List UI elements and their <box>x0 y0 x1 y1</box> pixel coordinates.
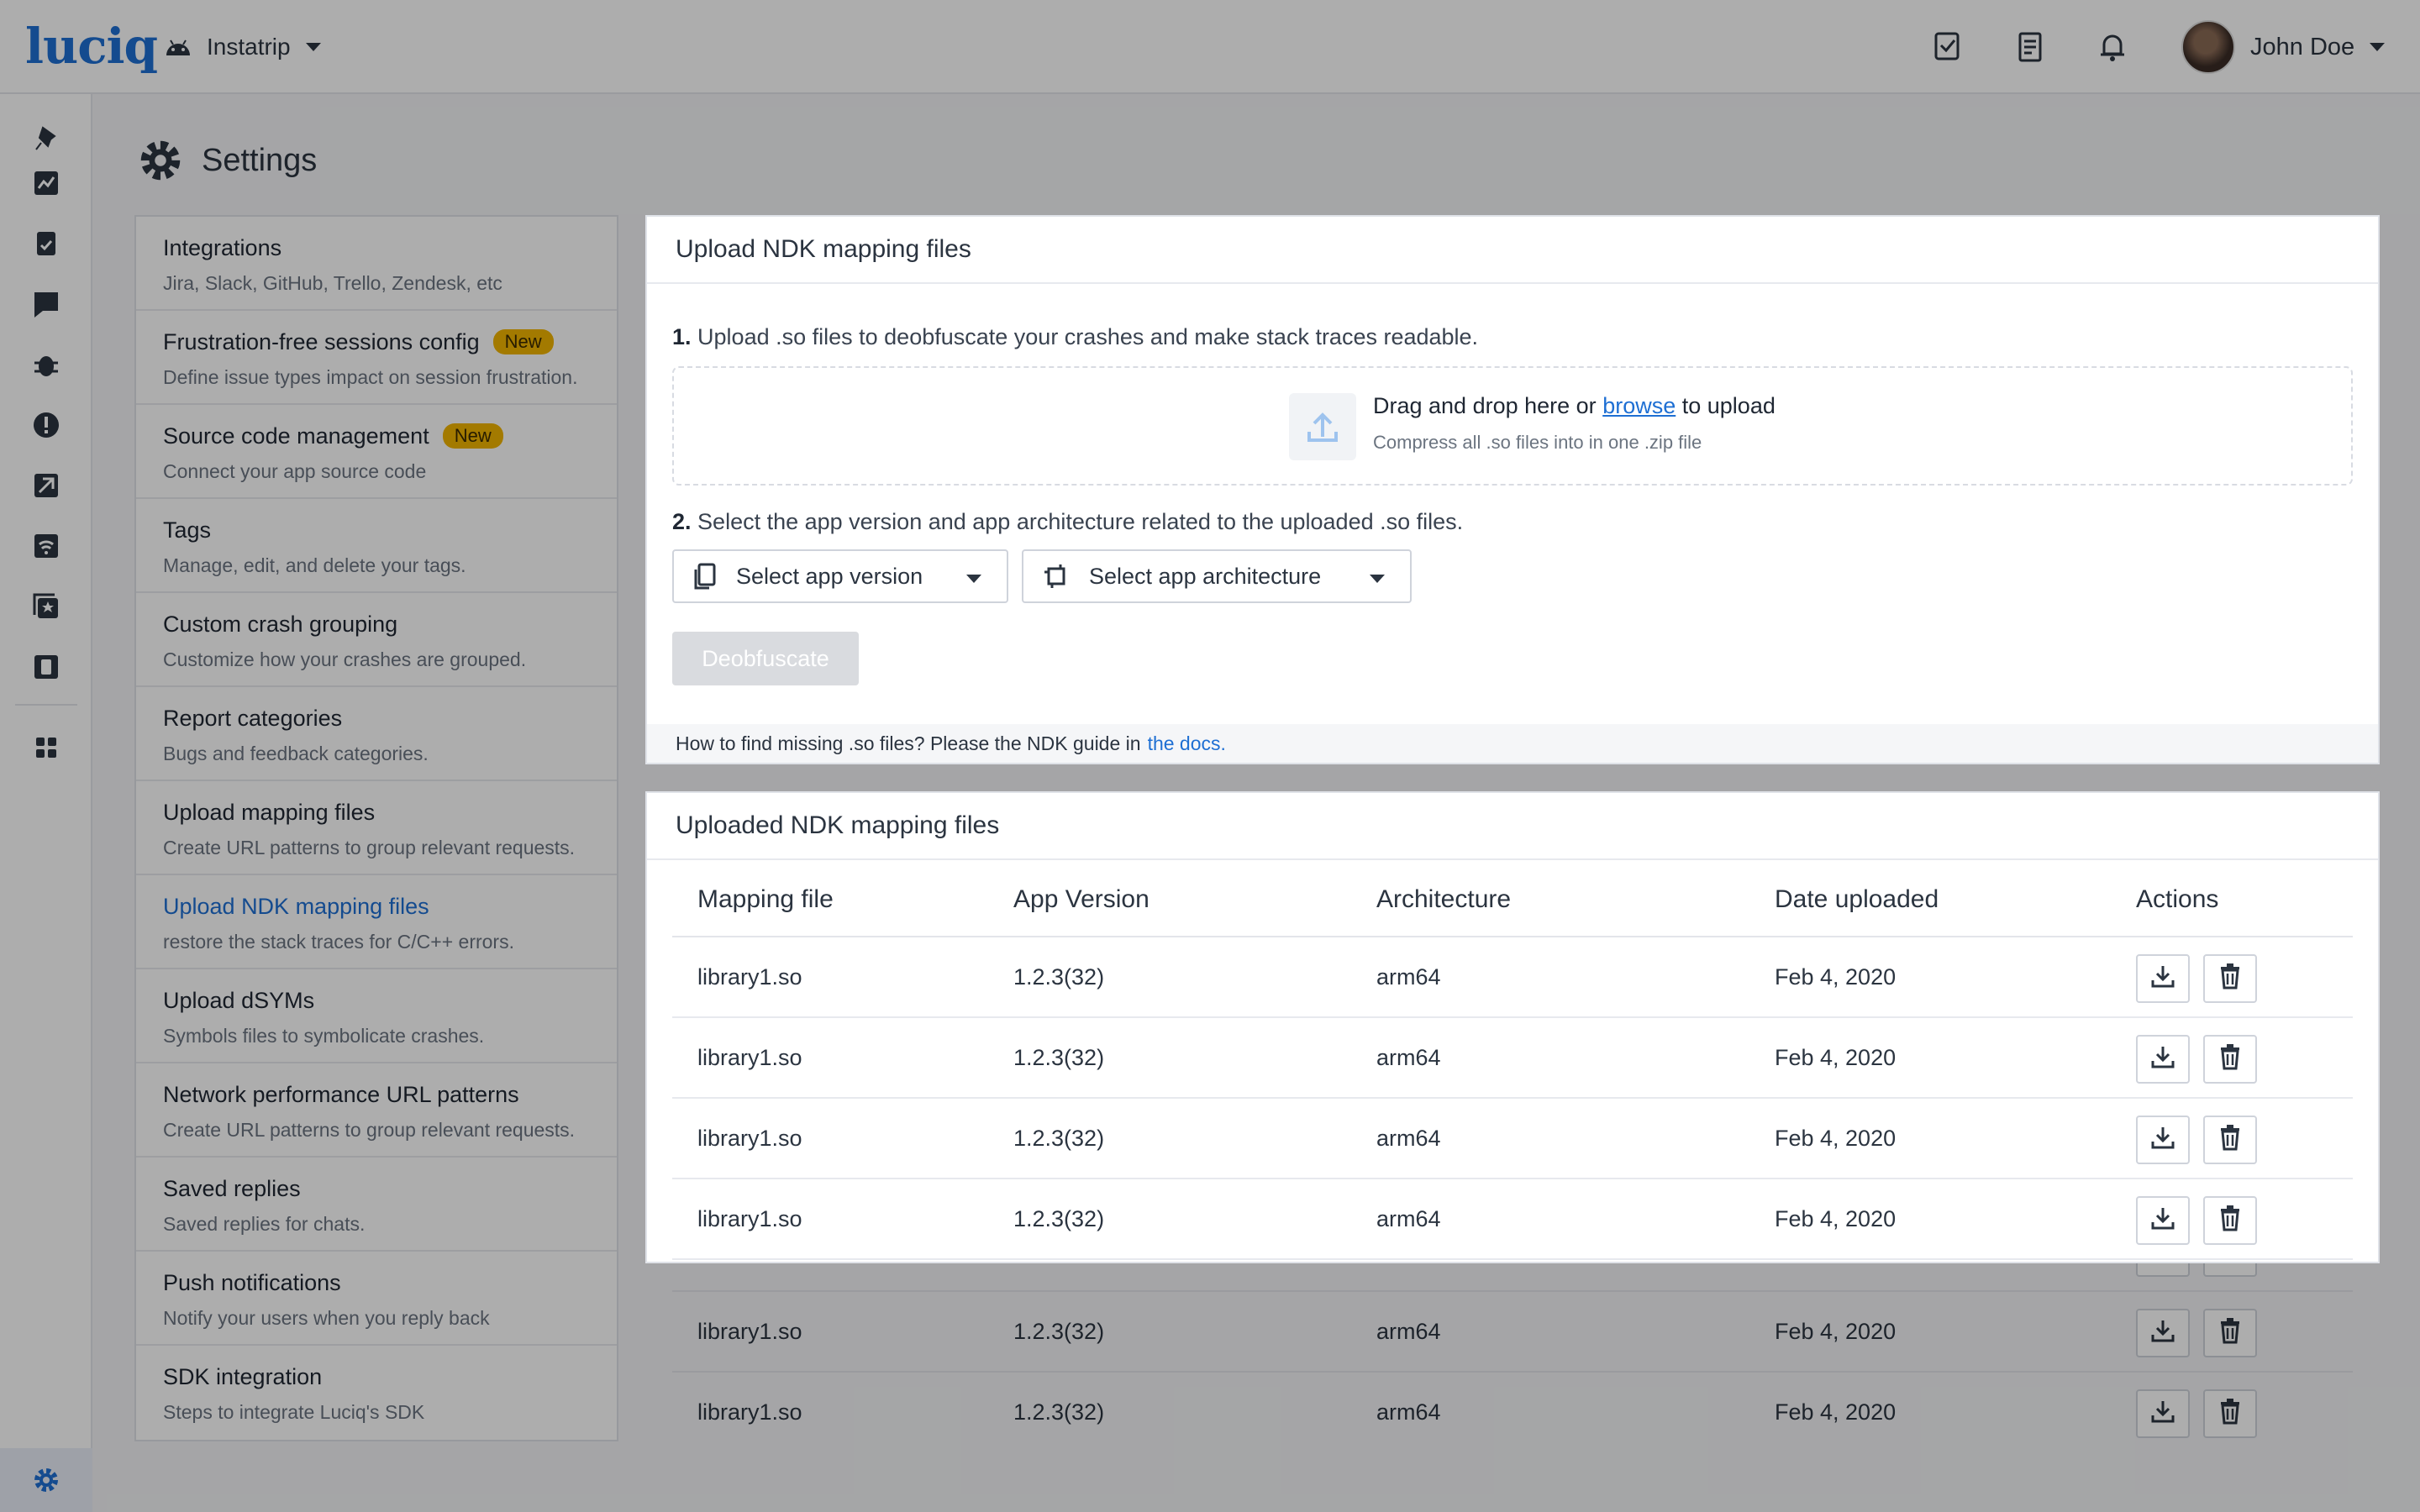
step-1-number: 1. <box>672 324 692 349</box>
browse-link[interactable]: browse <box>1602 393 1676 418</box>
mapping-file-cell: library1.so <box>697 1045 802 1070</box>
download-icon <box>2150 1044 2175 1075</box>
mapping-file-cell: library1.so <box>697 964 802 990</box>
download-button[interactable] <box>2136 1116 2190 1164</box>
date-uploaded-cell: Feb 4, 2020 <box>1775 964 1897 990</box>
delete-button[interactable] <box>2203 1196 2257 1245</box>
app-version-label: Select app version <box>736 563 923 589</box>
app-version-cell: 1.2.3(32) <box>1013 1126 1105 1151</box>
column-header: Mapping file <box>697 885 834 913</box>
download-button[interactable] <box>2136 1196 2190 1245</box>
docs-note-text: How to find missing .so files? Please th… <box>676 732 1141 754</box>
architecture-cell: arm64 <box>1376 1045 1441 1070</box>
app-architecture-label: Select app architecture <box>1089 563 1322 589</box>
upload-card-title: Upload NDK mapping files <box>647 217 2378 284</box>
drop-before: Drag and drop here or <box>1373 393 1597 418</box>
architecture-icon <box>1044 564 1065 588</box>
files-card-title: Uploaded NDK mapping files <box>647 793 2378 860</box>
architecture-cell: arm64 <box>1376 1126 1441 1151</box>
table-header: Mapping file App Version Architecture Date … <box>672 858 2353 937</box>
uploaded-files-card: Uploaded NDK mapping files Mapping file A… <box>645 791 2380 1263</box>
files-table: Mapping file App Version Architecture Date … <box>672 858 2353 1260</box>
column-header: Architecture <box>1376 885 1512 913</box>
delete-button[interactable] <box>2203 954 2257 1003</box>
date-uploaded-cell: Feb 4, 2020 <box>1775 1206 1897 1231</box>
column-header: App Version <box>1013 885 1150 913</box>
chevron-down-icon <box>1370 575 1385 583</box>
column-header: Date uploaded <box>1775 885 1939 913</box>
upload-ndk-card: Upload NDK mapping files 1. Upload .so f… <box>645 215 2380 764</box>
step-2-number: 2. <box>672 509 692 534</box>
app-version-cell: 1.2.3(32) <box>1013 1206 1105 1231</box>
trash-icon <box>2218 1124 2242 1157</box>
architecture-cell: arm64 <box>1376 964 1441 990</box>
table-row: library1.so 1.2.3(32) arm64 Feb 4, 2020 <box>672 1179 2353 1260</box>
download-icon <box>2150 1205 2175 1236</box>
docs-link[interactable]: the docs. <box>1148 732 1226 755</box>
step-1: 1. Upload .so files to deobfuscate your … <box>672 324 1478 350</box>
architecture-cell: arm64 <box>1376 1206 1441 1231</box>
download-icon <box>2150 1125 2175 1156</box>
mapping-file-cell: library1.so <box>697 1126 802 1151</box>
chevron-down-icon <box>966 575 981 583</box>
download-button[interactable] <box>2136 1035 2190 1084</box>
table-row: library1.so 1.2.3(32) arm64 Feb 4, 2020 <box>672 1018 2353 1099</box>
column-header: Actions <box>2136 885 2219 913</box>
dropzone-text: Drag and drop here or browse to upload <box>1373 393 1776 419</box>
delete-button[interactable] <box>2203 1035 2257 1084</box>
versions-icon <box>694 563 716 590</box>
trash-icon <box>2218 1205 2242 1237</box>
trash-icon <box>2218 1043 2242 1076</box>
step-1-text: Upload .so files to deobfuscate your cra… <box>697 324 1479 349</box>
step-2: 2. Select the app version and app archit… <box>672 509 1463 535</box>
date-uploaded-cell: Feb 4, 2020 <box>1775 1045 1897 1070</box>
app-version-cell: 1.2.3(32) <box>1013 964 1105 990</box>
download-button[interactable] <box>2136 954 2190 1003</box>
download-icon <box>2150 963 2175 995</box>
table-row: library1.so 1.2.3(32) arm64 Feb 4, 2020 <box>672 937 2353 1018</box>
table-body: library1.so 1.2.3(32) arm64 Feb 4, 2020 libr… <box>672 937 2353 1260</box>
deobfuscate-button[interactable]: Deobfuscate <box>672 632 859 685</box>
app-version-select[interactable]: Select app version <box>672 549 1008 603</box>
step-2-text: Select the app version and app architect… <box>697 509 1464 534</box>
upload-icon <box>1289 393 1356 460</box>
dropzone-hint: Compress all .so files into in one .zip … <box>1373 432 1702 453</box>
dropzone[interactable]: Drag and drop here or browse to upload C… <box>672 366 2353 486</box>
table-row: library1.so 1.2.3(32) arm64 Feb 4, 2020 <box>672 1099 2353 1179</box>
app-architecture-select[interactable]: Select app architecture <box>1022 549 1412 603</box>
app-version-cell: 1.2.3(32) <box>1013 1045 1105 1070</box>
docs-note: How to find missing .so files? Please th… <box>647 724 2378 763</box>
delete-button[interactable] <box>2203 1116 2257 1164</box>
drop-after: to upload <box>1681 393 1776 418</box>
mapping-file-cell: library1.so <box>697 1206 802 1231</box>
trash-icon <box>2218 963 2242 995</box>
date-uploaded-cell: Feb 4, 2020 <box>1775 1126 1897 1151</box>
